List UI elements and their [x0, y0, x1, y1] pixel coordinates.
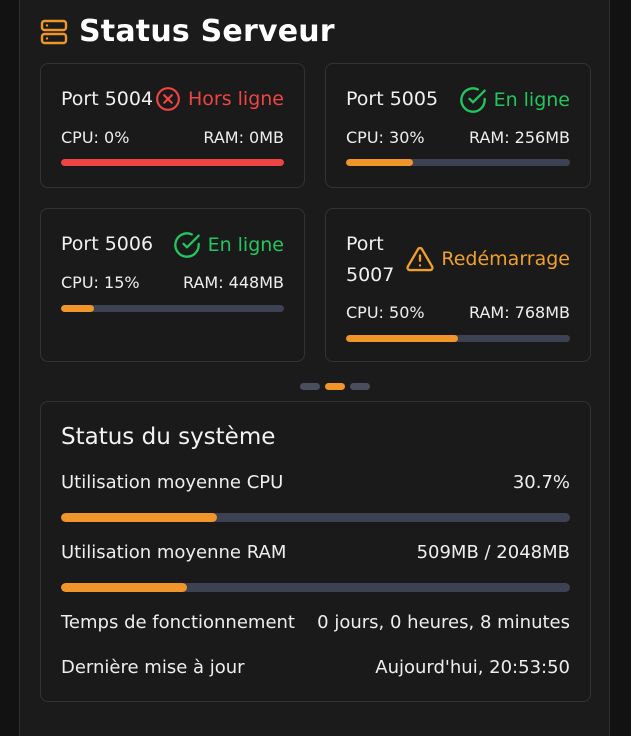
avg-ram-row: Utilisation moyenne RAM 509MB / 2048MB: [61, 542, 570, 563]
cpu-usage: CPU: 30%: [346, 128, 425, 147]
avg-cpu-label: Utilisation moyenne CPU: [61, 472, 284, 493]
load-bar: [61, 305, 284, 312]
load-bar-fill: [346, 335, 458, 342]
system-status-card: Status du système Utilisation moyenne CP…: [40, 401, 591, 702]
avg-ram-value: 509MB / 2048MB: [416, 542, 570, 563]
page-dot-2[interactable]: [325, 383, 345, 390]
avg-cpu-bar: [61, 513, 570, 522]
ram-usage: RAM: 768MB: [468, 303, 570, 322]
last-update-label: Dernière mise à jour: [61, 657, 245, 678]
panel-header: Status Serveur: [40, 14, 335, 49]
cpu-usage: CPU: 15%: [61, 273, 140, 292]
pagination-dots: [300, 383, 370, 390]
server-card-5007[interactable]: Port 5007 Redémarrage CPU: 50% RAM: 768M…: [325, 208, 591, 362]
cpu-usage: CPU: 0%: [61, 128, 130, 147]
page-title: Status Serveur: [79, 14, 335, 49]
uptime-row: Temps de fonctionnement 0 jours, 0 heure…: [61, 612, 570, 633]
system-status-title: Status du système: [61, 424, 276, 450]
warning-triangle-icon: [406, 246, 434, 272]
port-name: Port 5005: [346, 88, 439, 110]
port-name: Port 5004: [61, 88, 154, 110]
page-dot-1[interactable]: [300, 383, 320, 390]
status-label: Redémarrage: [441, 248, 570, 270]
server-card-5006[interactable]: Port 5006 En ligne CPU: 15% RAM: 448MB: [40, 208, 305, 362]
check-circle-icon: [459, 86, 487, 114]
avg-ram-bar: [61, 583, 570, 592]
avg-cpu-bar-fill: [61, 513, 218, 522]
load-bar-fill: [346, 159, 414, 166]
port-name: Port 5007: [346, 233, 395, 286]
avg-cpu-value: 30.7%: [512, 472, 570, 493]
status-online: En ligne: [173, 231, 284, 259]
load-bar: [61, 159, 284, 166]
load-bar-fill: [61, 305, 95, 312]
status-label: Hors ligne: [187, 88, 284, 110]
server-card-5005[interactable]: Port 5005 En ligne CPU: 30% RAM: 256MB: [325, 63, 591, 188]
ram-usage: RAM: 256MB: [468, 128, 570, 147]
server-status-panel: Status Serveur Port 5004 Hors ligne CPU:…: [19, 0, 610, 736]
avg-cpu-row: Utilisation moyenne CPU 30.7%: [61, 472, 570, 493]
ram-usage: RAM: 448MB: [182, 273, 284, 292]
last-update-row: Dernière mise à jour Aujourd'hui, 20:53:…: [61, 657, 570, 678]
cpu-usage: CPU: 50%: [346, 303, 425, 322]
load-bar-fill: [61, 159, 284, 166]
load-bar: [346, 159, 570, 166]
status-offline: Hors ligne: [155, 86, 284, 112]
server-icon: [40, 18, 68, 46]
check-circle-icon: [173, 231, 201, 259]
avg-ram-bar-fill: [61, 583, 188, 592]
status-online: En ligne: [459, 86, 570, 114]
uptime-label: Temps de fonctionnement: [61, 612, 295, 633]
last-update-value: Aujourd'hui, 20:53:50: [375, 657, 570, 678]
ram-usage: RAM: 0MB: [203, 128, 284, 147]
avg-ram-label: Utilisation moyenne RAM: [61, 542, 287, 563]
load-bar: [346, 335, 570, 342]
uptime-value: 0 jours, 0 heures, 8 minutes: [317, 612, 570, 633]
server-card-5004[interactable]: Port 5004 Hors ligne CPU: 0% RAM: 0MB: [40, 63, 305, 188]
status-label: En ligne: [493, 89, 570, 111]
page-dot-3[interactable]: [350, 383, 370, 390]
port-name: Port 5006: [61, 233, 154, 255]
status-restarting: Redémarrage: [406, 246, 570, 272]
x-circle-icon: [155, 86, 181, 112]
status-label: En ligne: [207, 234, 284, 256]
